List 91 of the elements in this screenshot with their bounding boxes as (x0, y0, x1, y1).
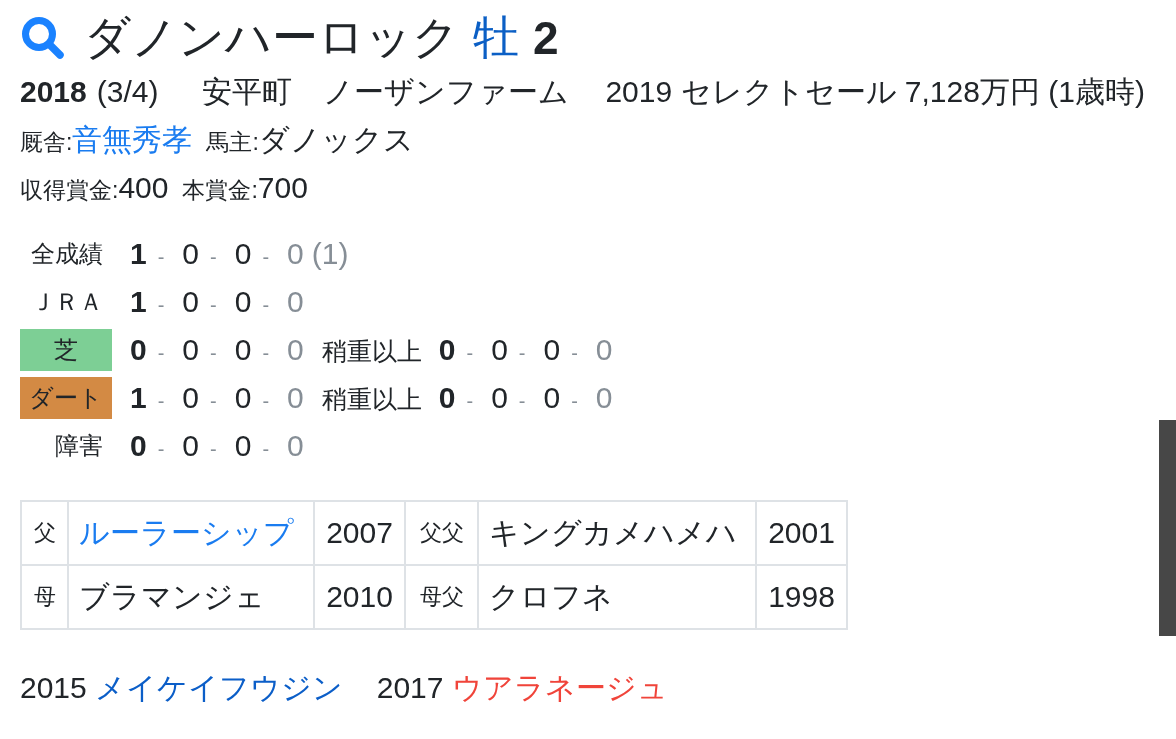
sibling-link[interactable]: メイケイフウジン (94, 664, 343, 712)
record-count: 0 (287, 285, 304, 319)
record-count: 0 (234, 237, 252, 271)
record-count: 0 (543, 380, 561, 415)
horse-link[interactable]: ルーラーシップ (79, 515, 294, 549)
record-dash: - (262, 389, 270, 413)
record-count: 0 (595, 332, 613, 367)
record-dash: - (571, 389, 578, 413)
record-dash: - (262, 438, 270, 461)
record-count: 0 (438, 380, 456, 415)
record-dash: - (466, 341, 474, 365)
record-count: 1 (130, 285, 147, 319)
table-cell: 2001 (756, 501, 847, 565)
earnings-label: 本賞金: (182, 176, 258, 205)
record-label: 全成績 (30, 239, 104, 269)
record-count: 0 (234, 380, 252, 415)
table-cell: 2010 (314, 565, 405, 629)
owner-name: ダノックス (258, 122, 414, 158)
birth-date: (3/4) (96, 74, 159, 110)
record-dash: - (466, 389, 474, 413)
record-dash: - (262, 341, 270, 365)
search-icon (20, 16, 66, 60)
record-count: 0 (182, 332, 200, 367)
record-count: 0 (491, 380, 508, 415)
record-count: 0 (234, 285, 252, 319)
earnings-label: 収得賞金: (20, 176, 119, 205)
earnings-value: 400 (118, 170, 169, 206)
record-dash: - (210, 389, 217, 413)
record-dash: - (157, 294, 165, 317)
birth-year: 2018 (20, 74, 87, 110)
table-cell: 父 (21, 501, 68, 565)
record-dash: - (210, 294, 217, 317)
record-dash: - (262, 294, 270, 317)
trainer-label: 厩舎: (20, 129, 73, 157)
record-dash: - (210, 341, 217, 365)
record-count: 1 (130, 380, 147, 415)
record-dash: - (210, 246, 217, 269)
sale-info: 2019 セレクトセール 7,128万円 (1歳時) (605, 74, 1145, 110)
record-dash: - (262, 246, 270, 269)
table-cell: 母父 (405, 565, 478, 629)
table-cell: クロフネ (478, 565, 756, 629)
surface-tag: 芝 (20, 329, 112, 371)
sex-label: 牡 (473, 10, 519, 65)
record-dash: - (210, 438, 217, 461)
record-dash: - (157, 438, 165, 461)
sibling-year: 2017 (376, 670, 444, 706)
record-count: 0 (287, 237, 304, 271)
table-cell: 母 (21, 565, 68, 629)
record-count: 0 (287, 429, 304, 463)
record-count: 0 (438, 332, 456, 367)
record-count: 0 (234, 332, 252, 367)
earnings-value: 700 (257, 170, 308, 206)
table-cell: 1998 (756, 565, 847, 629)
record-count: 0 (182, 429, 200, 463)
record-count: 0 (543, 332, 561, 367)
surface-tag: ダート (20, 377, 112, 419)
record-count: 0 (287, 380, 304, 415)
sibling-link[interactable]: ウアラネージュ (451, 664, 668, 712)
record-count: 0 (130, 332, 147, 367)
birthplace: 安平町 (202, 74, 293, 110)
record-dash: - (157, 389, 165, 413)
record-dash: - (518, 341, 526, 365)
table-cell: ブラマンジェ (68, 565, 314, 629)
sibling-year: 2015 (20, 670, 87, 706)
table-cell: 2007 (314, 501, 405, 565)
record-dash: - (157, 246, 165, 269)
record-note: (1) (311, 237, 349, 271)
record-count: 1 (130, 237, 147, 271)
record-count: 0 (491, 332, 508, 367)
record-count: 0 (287, 332, 304, 367)
record-count: 0 (182, 380, 200, 415)
age-label: 2 (533, 11, 559, 65)
breeder-name: ノーザンファーム (323, 74, 570, 110)
record-label: ＪＲＡ (30, 287, 104, 317)
record-count: 0 (130, 429, 147, 463)
record-dash: - (571, 341, 578, 365)
record-count: 0 (234, 429, 252, 463)
table-cell: キングカメハメハ (478, 501, 756, 565)
scrollbar-thumb[interactable] (1159, 420, 1176, 636)
horse-name: ダノンハーロック (84, 10, 459, 65)
record-label: 障害 (54, 431, 104, 461)
record-dash: - (157, 341, 165, 365)
record-count: 0 (182, 237, 200, 271)
owner-label: 馬主: (206, 128, 259, 157)
table-cell: 父父 (405, 501, 478, 565)
condition-label: 稍重以上 (321, 335, 422, 367)
trainer-link[interactable]: 音無秀孝 (72, 116, 193, 164)
condition-label: 稍重以上 (321, 383, 422, 415)
record-count: 0 (595, 380, 613, 415)
record-dash: - (518, 389, 526, 413)
record-count: 0 (182, 285, 200, 319)
